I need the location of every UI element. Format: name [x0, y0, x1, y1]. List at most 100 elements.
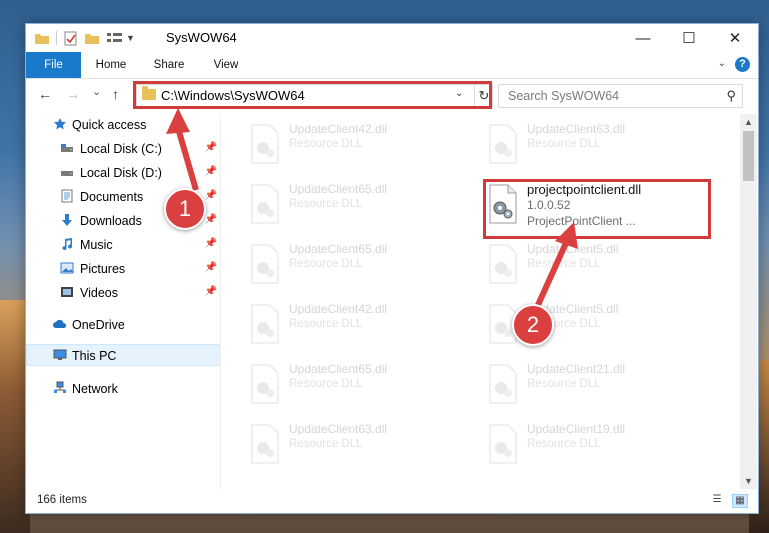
step-1-badge: 1	[164, 188, 206, 230]
up-button[interactable]: ↑	[112, 86, 119, 102]
folder-icon	[35, 34, 49, 44]
file-item[interactable]: UpdateClient65.dll Resource DLL	[248, 180, 478, 230]
sidebar-item-local-disk-d[interactable]: Local Disk (D:) 📌	[26, 162, 221, 184]
scroll-up-button[interactable]: ▲	[740, 114, 757, 130]
network-icon	[54, 381, 66, 393]
file-description: Resource DLL	[527, 438, 601, 450]
view-options-icon[interactable]	[106, 31, 124, 45]
sidebar-item-pictures[interactable]: Pictures 📌	[26, 258, 221, 280]
videos-icon	[61, 287, 73, 297]
file-description: Resource DLL	[289, 438, 363, 450]
sidebar-item-label: Documents	[80, 190, 144, 204]
sidebar-item-label: Local Disk (D:)	[80, 166, 162, 180]
large-icons-view-icon[interactable]: ▦	[732, 494, 748, 508]
file-item[interactable]: UpdateClient5.dll Resource DLL	[486, 240, 716, 290]
file-description: Resource DLL	[527, 258, 601, 270]
scrollbar-thumb[interactable]	[743, 131, 754, 181]
file-item[interactable]: UpdateClient42.dll Resource DLL	[248, 300, 478, 350]
dll-file-icon	[251, 124, 279, 164]
forward-button[interactable]: →	[66, 86, 80, 102]
help-button[interactable]: ?	[735, 57, 750, 72]
expand-ribbon-icon[interactable]: ⌄	[718, 58, 726, 69]
pin-icon[interactable]: 📌	[205, 214, 217, 225]
dll-file-icon	[489, 124, 517, 164]
tab-view[interactable]: View	[201, 52, 251, 78]
sidebar-item-network[interactable]: Network	[26, 378, 221, 400]
file-description: Resource DLL	[289, 378, 363, 390]
window-title: SysWOW64	[166, 30, 237, 45]
file-description: Resource DLL	[289, 258, 363, 270]
dll-file-icon	[489, 424, 517, 464]
customize-qat-icon[interactable]: ▼	[126, 33, 135, 43]
dll-file-icon	[489, 244, 517, 284]
status-bar: 166 items ☰ ▦	[26, 490, 758, 513]
dll-file-icon	[251, 364, 279, 404]
file-name: UpdateClient65.dll	[289, 182, 388, 196]
drive-icon	[61, 144, 73, 152]
sidebar-item-music[interactable]: Music 📌	[26, 234, 221, 256]
divider	[56, 31, 57, 45]
pin-icon[interactable]: 📌	[205, 262, 217, 273]
file-item[interactable]: UpdateClient42.dll Resource DLL	[248, 120, 478, 170]
details-view-icon[interactable]: ☰	[710, 494, 724, 506]
search-icon[interactable]: ⚲	[726, 88, 736, 104]
file-name: UpdateClient5.dll	[527, 242, 619, 256]
pin-icon[interactable]: 📌	[205, 166, 217, 177]
file-item[interactable]: UpdateClient21.dll Resource DLL	[486, 360, 716, 410]
file-description: Resource DLL	[289, 198, 363, 210]
sidebar-item-label: OneDrive	[72, 318, 125, 332]
maximize-button[interactable]: ☐	[666, 24, 712, 52]
recent-locations-button[interactable]: ⌄	[92, 85, 101, 98]
sidebar-item-onedrive[interactable]: OneDrive	[26, 314, 221, 336]
pane-divider[interactable]	[220, 114, 221, 489]
pin-icon[interactable]: 📌	[205, 286, 217, 297]
music-icon	[62, 238, 73, 251]
dll-file-icon	[251, 244, 279, 284]
dll-file-icon	[251, 184, 279, 224]
navigation-pane: Quick access Local Disk (C:) 📌 Local Dis…	[26, 114, 221, 489]
step-2-badge: 2	[512, 304, 554, 346]
item-count: 166 items	[37, 494, 87, 506]
new-folder-icon[interactable]	[84, 31, 100, 45]
computer-icon	[53, 349, 67, 360]
tab-file[interactable]: File	[26, 52, 81, 78]
address-highlight-box	[133, 81, 492, 109]
sidebar-item-this-pc[interactable]: This PC	[26, 344, 221, 366]
file-description: Resource DLL	[527, 378, 601, 390]
properties-icon[interactable]	[63, 31, 78, 46]
pin-icon[interactable]: 📌	[205, 190, 217, 201]
file-name: UpdateClient65.dll	[289, 242, 388, 256]
dll-file-icon	[251, 304, 279, 344]
file-item[interactable]: UpdateClient63.dll Resource DLL	[486, 120, 716, 170]
sidebar-item-label: Pictures	[80, 262, 126, 276]
vertical-scrollbar[interactable]: ▲ ▼	[740, 114, 757, 489]
file-name: UpdateClient21.dll	[527, 362, 626, 376]
ribbon: File Home Share View ⌄ ?	[26, 52, 758, 79]
back-button[interactable]: ←	[38, 86, 52, 102]
sidebar-item-label: Videos	[80, 286, 118, 300]
sidebar-item-local-disk-c[interactable]: Local Disk (C:) 📌	[26, 138, 221, 160]
scroll-down-button[interactable]: ▼	[740, 473, 757, 489]
file-item[interactable]: UpdateClient19.dll Resource DLL	[486, 420, 716, 470]
file-highlight-box	[483, 179, 711, 239]
pin-icon[interactable]: 📌	[205, 238, 217, 249]
sidebar-item-quick-access[interactable]: Quick access	[26, 114, 221, 136]
close-button[interactable]: ✕	[712, 24, 758, 52]
sidebar-item-label: Music	[80, 238, 113, 252]
tab-share[interactable]: Share	[144, 52, 194, 78]
pin-icon[interactable]: 📌	[205, 142, 217, 153]
search-input[interactable]: Search SysWOW64 ⚲	[498, 84, 743, 108]
sidebar-item-videos[interactable]: Videos 📌	[26, 282, 221, 304]
file-name: UpdateClient19.dll	[527, 422, 626, 436]
file-item[interactable]: UpdateClient65.dll Resource DLL	[248, 360, 478, 410]
drive-icon	[61, 171, 73, 176]
dll-file-icon	[489, 364, 517, 404]
sidebar-item-label: Local Disk (C:)	[80, 142, 162, 156]
minimize-button[interactable]: —	[620, 24, 666, 52]
file-name: UpdateClient65.dll	[289, 362, 388, 376]
file-item[interactable]: UpdateClient63.dll Resource DLL	[248, 420, 478, 470]
tab-home[interactable]: Home	[86, 52, 136, 78]
pictures-icon	[60, 262, 74, 274]
file-item[interactable]: UpdateClient65.dll Resource DLL	[248, 240, 478, 290]
sidebar-item-label: Network	[72, 382, 118, 396]
